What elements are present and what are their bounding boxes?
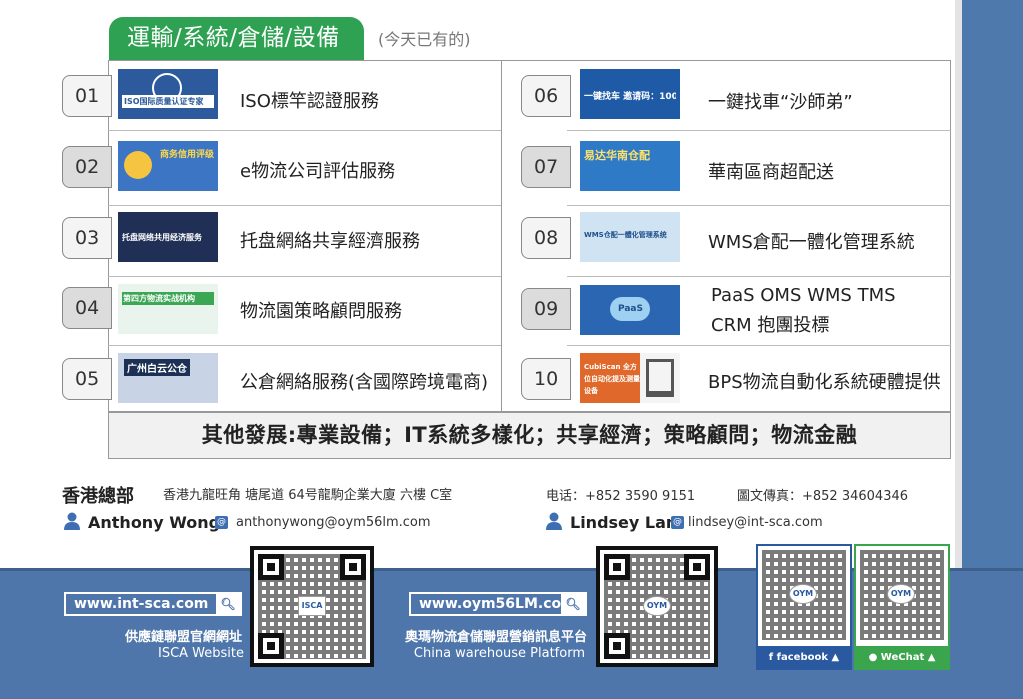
row-divider <box>108 205 501 206</box>
caret-up-icon: ▲ <box>831 652 840 663</box>
public-warehouse-thumbnail: 广州白云公仓 <box>118 353 218 403</box>
item-label: BPS物流自動化系統硬體提供 <box>708 372 941 393</box>
contact-name: Anthony Wong <box>88 513 221 532</box>
scanner-device-icon <box>646 359 674 397</box>
isca-label-en: ISCA Website <box>157 646 244 661</box>
wechat-qr-logo: OYM <box>887 584 915 604</box>
row-divider <box>567 276 951 277</box>
qr-finder <box>258 554 284 580</box>
item-label: ISO標竿認證服務 <box>240 91 379 112</box>
oym-label-en: China warehouse Platform <box>413 646 585 661</box>
item-number: 04 <box>62 287 112 329</box>
logistics-park-thumbnail: 第四方物流实战机构 <box>118 284 218 334</box>
mail-icon: @ <box>671 516 684 529</box>
thumb-caption: 托盘网络共用经济服务 <box>122 233 202 242</box>
wechat-icon: ● <box>868 652 878 663</box>
column-divider <box>501 60 502 412</box>
thumb-caption: 广州白云公仓 <box>124 359 190 376</box>
contact-name: Lindsey Lam <box>570 513 683 532</box>
hq-title: 香港總部 <box>62 486 134 507</box>
isca-url: www.int-sca.com <box>74 596 209 612</box>
item-number: 07 <box>521 146 571 188</box>
person-icon <box>546 512 562 530</box>
row-divider <box>108 345 501 346</box>
wms-thumbnail: WMS仓配一體化管理系统 <box>580 212 680 262</box>
item-label: e物流公司評估服務 <box>240 161 396 182</box>
facebook-icon: f <box>768 652 774 663</box>
item-label: 公倉網絡服務(含國際跨境電商) <box>240 372 489 393</box>
item-number: 09 <box>521 288 571 330</box>
item-label: 華南區商超配送 <box>708 162 834 183</box>
section-subtitle: (今天已有的) <box>378 30 471 49</box>
oym-url-box[interactable]: www.oym56LM.com 🔍︎ <box>409 592 587 616</box>
oym-label-cn: 奧瑪物流倉儲聯盟營銷訊息平台 <box>404 630 587 645</box>
qr-finder <box>258 633 284 659</box>
iso-thumbnail: ISO国际质量认证专家 <box>118 69 218 119</box>
facebook-label: facebook <box>776 652 828 663</box>
thumb-caption: PaaS <box>618 304 643 314</box>
other-developments-bar: 其他發展:專業設備；IT系統多樣化；共享經濟；策略顧問；物流金融 <box>108 412 951 459</box>
mail-icon: @ <box>215 516 228 529</box>
credit-badge-icon <box>124 151 152 179</box>
item-number: 08 <box>521 217 571 259</box>
pallet-thumbnail: 托盘网络共用经济服务 <box>118 212 218 262</box>
thumb-caption: 一键找车 邀请码：10040 <box>584 92 676 102</box>
row-divider <box>567 345 951 346</box>
find-truck-thumbnail: 一键找车 邀请码：10040 <box>580 69 680 119</box>
facebook-card[interactable]: OYM f facebook ▲ <box>756 544 852 670</box>
paas-thumbnail: PaaS <box>580 285 680 335</box>
facebook-button[interactable]: f facebook ▲ <box>756 646 852 670</box>
thumb-caption: 商务信用评级 <box>160 150 214 160</box>
facebook-qr-logo: OYM <box>789 584 817 604</box>
qr-finder <box>604 554 630 580</box>
qr-finder <box>340 554 366 580</box>
contact-email[interactable]: anthonywong@oym56lm.com <box>236 515 431 530</box>
item-number: 02 <box>62 146 112 188</box>
hq-address: 香港九龍旺角 塘尾道 64号龍駒企業大廈 六樓 C室 <box>163 488 453 503</box>
qr-finder <box>604 633 630 659</box>
item-label: WMS倉配一體化管理系統 <box>708 232 915 253</box>
row-divider <box>567 205 951 206</box>
item-number: 01 <box>62 75 112 117</box>
thumb-caption: 第四方物流实战机构 <box>122 292 214 305</box>
item-number: 03 <box>62 217 112 259</box>
oym-url: www.oym56LM.com <box>419 596 576 612</box>
isca-url-box[interactable]: www.int-sca.com 🔍︎ <box>64 592 242 616</box>
row-divider <box>108 276 501 277</box>
section-title: 運輸/系統/倉儲/設備 <box>109 17 364 60</box>
row-divider <box>567 130 951 131</box>
item-label: PaaS OMS WMS TMS CRM 抱團投標 <box>711 285 896 336</box>
isca-label-cn: 供應鏈聯盟官網網址 <box>124 630 242 645</box>
contact-email[interactable]: lindsey@int-sca.com <box>688 515 823 530</box>
wechat-label: WeChat <box>880 652 925 663</box>
thumb-caption: CubiScan 全方位自动化提及测量设备 <box>584 363 640 395</box>
thumb-caption: WMS仓配一體化管理系统 <box>584 231 667 239</box>
item-label: 一鍵找車“沙師弟” <box>708 92 853 113</box>
wechat-button[interactable]: ● WeChat ▲ <box>854 646 950 670</box>
wechat-card[interactable]: OYM ● WeChat ▲ <box>854 544 950 670</box>
credit-thumbnail: 商务信用评级 <box>118 141 218 191</box>
hq-phone: 电话：+852 3590 9151 <box>546 489 696 504</box>
search-icon: 🔍︎ <box>561 594 585 614</box>
oym-qr-logo: OYM <box>643 596 671 616</box>
right-edge-gap <box>955 0 962 570</box>
cubiscan-thumbnail: CubiScan 全方位自动化提及测量设备 <box>580 353 680 403</box>
caret-up-icon: ▲ <box>927 652 936 663</box>
row-divider <box>108 130 501 131</box>
south-china-thumbnail: 易达华南仓配 <box>580 141 680 191</box>
thumb-caption: ISO国际质量认证专家 <box>122 95 214 108</box>
search-icon: 🔍︎ <box>216 594 240 614</box>
item-number: 10 <box>521 358 571 400</box>
oym-qr-code: OYM <box>596 546 718 667</box>
item-label: 托盘網絡共享經濟服務 <box>240 231 420 252</box>
item-number: 06 <box>521 75 571 117</box>
isca-qr-logo: ISCA <box>298 596 326 616</box>
isca-qr-code: ISCA <box>250 546 374 667</box>
hq-fax: 圖文傳真：+852 34604346 <box>737 489 909 504</box>
qr-finder <box>684 554 710 580</box>
thumb-caption: 易达华南仓配 <box>584 149 650 162</box>
person-icon <box>64 512 80 530</box>
item-label: 物流園策略顧問服務 <box>240 301 402 322</box>
item-number: 05 <box>62 358 112 400</box>
